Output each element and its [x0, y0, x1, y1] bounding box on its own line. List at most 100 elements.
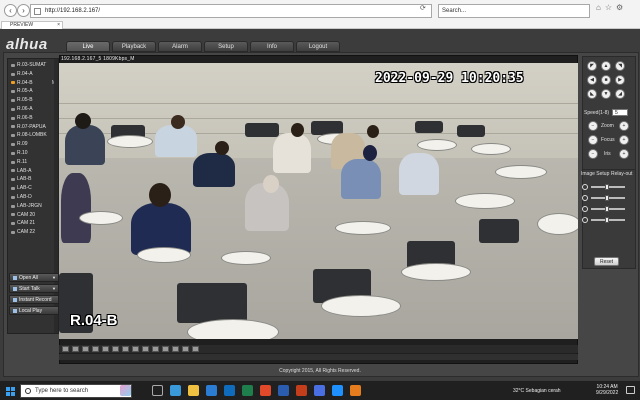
star-icon[interactable]: ☆: [605, 3, 616, 12]
saturation-slider-knob[interactable]: [605, 217, 609, 223]
split-1-icon[interactable]: [72, 346, 79, 352]
channel-item[interactable]: R.11: [8, 158, 58, 167]
forward-icon[interactable]: ›: [17, 4, 30, 17]
audio-icon[interactable]: [172, 346, 179, 352]
saturation-slider[interactable]: [591, 217, 625, 223]
refresh-icon[interactable]: ⟳: [420, 4, 426, 12]
internet-explorer-icon[interactable]: [332, 385, 343, 396]
word-icon[interactable]: [278, 385, 289, 396]
channel-item[interactable]: CAM 20: [8, 211, 58, 220]
close-video-icon[interactable]: [192, 346, 199, 352]
open-all-button[interactable]: Open All ▼: [9, 273, 59, 282]
contrast-slider[interactable]: [591, 195, 625, 201]
channel-item[interactable]: R.06-A: [8, 105, 58, 114]
ptz-up-left-icon[interactable]: ◤: [587, 61, 597, 71]
reset-button[interactable]: Reset: [594, 257, 619, 266]
zoom-in-button[interactable]: +: [619, 121, 629, 131]
split-36-icon[interactable]: [122, 346, 129, 352]
brightness-slider[interactable]: [591, 184, 625, 190]
focus-minus-button[interactable]: −: [588, 135, 598, 145]
ptz-up-right-icon[interactable]: ◥: [615, 61, 625, 71]
channel-item[interactable]: R.10: [8, 149, 58, 158]
task-view-icon[interactable]: [152, 385, 163, 396]
channel-item[interactable]: LAB-A: [8, 167, 58, 176]
start-talk-button[interactable]: Start Talk ▼: [9, 284, 59, 293]
channel-item[interactable]: R.05-A: [8, 87, 58, 96]
channel-item[interactable]: R.09: [8, 140, 58, 149]
contrast-slider-knob[interactable]: [605, 195, 609, 201]
ptz-down-left-icon[interactable]: ◣: [587, 89, 597, 99]
chrome-icon[interactable]: [260, 385, 271, 396]
channel-item[interactable]: R.04-A: [8, 70, 58, 79]
chevron-down-icon[interactable]: ▼: [52, 274, 56, 282]
ptz-right-icon[interactable]: ▶: [615, 75, 625, 85]
hue-slider[interactable]: [591, 206, 625, 212]
split-9-icon[interactable]: [92, 346, 99, 352]
channel-item[interactable]: R.07-PAPUA: [8, 123, 58, 132]
brightness-slider-knob[interactable]: [605, 184, 609, 190]
nav-playback[interactable]: Playback: [112, 41, 156, 52]
chevron-down-icon[interactable]: ▼: [52, 285, 56, 293]
split-64-icon[interactable]: [132, 346, 139, 352]
edge-icon[interactable]: [170, 385, 181, 396]
speed-select[interactable]: 5: [612, 109, 628, 116]
relay-out-label[interactable]: Relay-out: [611, 171, 632, 177]
nav-logout[interactable]: Logout: [296, 41, 340, 52]
ptz-down-icon[interactable]: ▼: [601, 89, 611, 99]
record-icon[interactable]: [152, 346, 159, 352]
taskbar-clock[interactable]: 10:24 AM 9/29/2022: [596, 384, 618, 396]
taskbar-search-input[interactable]: Type here to search: [20, 384, 132, 398]
split-4-icon[interactable]: [82, 346, 89, 352]
home-icon[interactable]: ⌂: [596, 3, 605, 12]
address-bar[interactable]: http://192.168.2.167/: [30, 4, 432, 18]
channel-item[interactable]: R.08-LOMBK: [8, 131, 58, 140]
teams-icon[interactable]: [314, 385, 325, 396]
nav-live[interactable]: Live: [66, 41, 110, 52]
powerpoint-icon[interactable]: [296, 385, 307, 396]
store-icon[interactable]: [206, 385, 217, 396]
channel-item[interactable]: R.06-B: [8, 114, 58, 123]
channel-item[interactable]: LAB-JRGN: [8, 202, 58, 211]
channel-item[interactable]: R.05-B: [8, 96, 58, 105]
fullscreen-icon[interactable]: [62, 346, 69, 352]
tab-preview[interactable]: PREVIEW ×: [1, 21, 63, 29]
channel-item[interactable]: LAB-D: [8, 193, 58, 202]
channel-item[interactable]: R.04-BM: [8, 79, 58, 88]
ptz-down-right-icon[interactable]: ◢: [615, 89, 625, 99]
channel-item[interactable]: LAB-C: [8, 184, 58, 193]
ptz-up-icon[interactable]: ▲: [601, 61, 611, 71]
gear-icon[interactable]: ⚙: [616, 3, 627, 12]
excel-icon[interactable]: [242, 385, 253, 396]
nav-alarm[interactable]: Alarm: [158, 41, 202, 52]
channel-item[interactable]: LAB-B: [8, 175, 58, 184]
notification-icon[interactable]: [626, 386, 635, 394]
channel-item[interactable]: CAM 22: [8, 228, 58, 237]
close-icon[interactable]: ×: [57, 22, 60, 29]
hue-slider-knob[interactable]: [605, 206, 609, 212]
search-highlight-icon[interactable]: [120, 385, 131, 396]
nav-setup[interactable]: Setup: [204, 41, 248, 52]
windows-start-icon[interactable]: [6, 387, 15, 396]
back-icon[interactable]: ‹: [4, 4, 17, 17]
iris-plus-button[interactable]: +: [619, 149, 629, 159]
mail-icon[interactable]: [224, 385, 235, 396]
nav-info[interactable]: Info: [250, 41, 294, 52]
iris-minus-button[interactable]: −: [588, 149, 598, 159]
split-25-icon[interactable]: [112, 346, 119, 352]
snapshot-icon[interactable]: [142, 346, 149, 352]
zoom-out-button[interactable]: −: [588, 121, 598, 131]
ptz-left-icon[interactable]: ◀: [587, 75, 597, 85]
file-explorer-icon[interactable]: [188, 385, 199, 396]
browser-search-input[interactable]: Search...: [438, 4, 590, 18]
focus-plus-button[interactable]: +: [619, 135, 629, 145]
app-icon[interactable]: [350, 385, 361, 396]
channel-item[interactable]: R.03-SUMAT: [8, 61, 58, 70]
local-play-button[interactable]: Local Play: [9, 306, 59, 315]
instant-record-button[interactable]: Instant Record: [9, 295, 59, 304]
talk-icon[interactable]: [182, 346, 189, 352]
split-16-icon[interactable]: [102, 346, 109, 352]
channel-item[interactable]: CAM 21: [8, 219, 58, 228]
weather-widget[interactable]: 32°C Sebagian cerah: [513, 388, 561, 394]
ptz-center-icon[interactable]: ■: [601, 75, 611, 85]
zoom-icon[interactable]: [162, 346, 169, 352]
